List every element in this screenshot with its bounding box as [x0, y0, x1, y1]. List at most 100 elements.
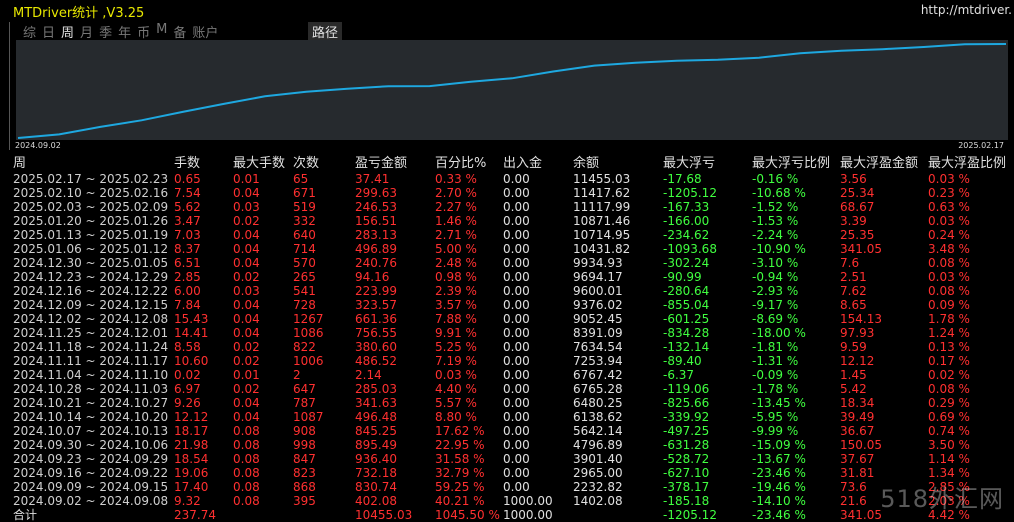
table-cell: 2024.11.11 ~ 2024.11.17 [13, 354, 169, 368]
table-cell: -1093.68 [663, 242, 717, 256]
table-row[interactable]: 2025.02.10 ~ 2025.02.16 7.54 0.04 671 299.63… [13, 186, 1013, 200]
column-header[interactable]: 周 [13, 155, 174, 172]
table-row[interactable]: 2024.11.25 ~ 2024.12.01 14.41 0.04 1086 756.… [13, 326, 1013, 340]
table-cell: 10.60 [174, 354, 209, 368]
table-row[interactable]: 2024.09.02 ~ 2024.09.08 9.32 0.08 395 402.08… [13, 494, 1013, 508]
table-row[interactable]: 2024.12.16 ~ 2024.12.22 6.00 0.03 541 223.99… [13, 284, 1013, 298]
table-cell: 37.41 [355, 172, 390, 186]
column-header[interactable]: 最大浮亏比例 [752, 155, 840, 172]
table-cell: 0.00 [503, 466, 530, 480]
tab-2[interactable]: 周 [60, 22, 75, 41]
column-header[interactable]: 百分比% [435, 155, 503, 172]
table-row[interactable]: 2025.01.13 ~ 2025.01.19 7.03 0.04 640 283.13… [13, 228, 1013, 242]
table-cell: 822 [293, 340, 316, 354]
table-row[interactable]: 2024.09.30 ~ 2024.10.06 21.98 0.08 998 895.4… [13, 438, 1013, 452]
url-link[interactable]: http://mtdriver. [921, 3, 1012, 17]
table-row[interactable]: 2025.01.20 ~ 2025.01.26 3.47 0.02 332 156.51… [13, 214, 1013, 228]
column-header[interactable]: 手数 [174, 155, 233, 172]
table-row[interactable]: 2024.10.14 ~ 2024.10.20 12.12 0.04 1087 496.… [13, 410, 1013, 424]
column-header[interactable]: 最大浮盈比例 [928, 155, 1013, 172]
table-cell: 0.00 [503, 326, 530, 340]
table-cell: 0.02 [233, 214, 260, 228]
table-cell: 0.08 [233, 438, 260, 452]
table-cell: -23.46 % [752, 466, 806, 480]
tab-6[interactable]: 币 [136, 22, 151, 41]
table-row[interactable]: 2024.11.18 ~ 2024.11.24 8.58 0.02 822 380.60… [13, 340, 1013, 354]
table-cell: 4.40 % [435, 382, 477, 396]
tab-8[interactable]: 备 [172, 22, 187, 41]
table-cell: -132.14 [663, 340, 710, 354]
table-row[interactable]: 2025.01.06 ~ 2025.01.12 8.37 0.04 714 496.89… [13, 242, 1013, 256]
table-cell: 17.62 % [435, 424, 485, 438]
table-row[interactable]: 2024.10.21 ~ 2024.10.27 9.26 0.04 787 341.63… [13, 396, 1013, 410]
table-cell: 1087 [293, 410, 324, 424]
tab-9[interactable]: 账户 [191, 22, 219, 41]
table-row[interactable]: 2024.12.30 ~ 2025.01.05 6.51 0.04 570 240.76… [13, 256, 1013, 270]
column-header[interactable]: 盈亏金额 [355, 155, 435, 172]
table-cell: 2.27 % [435, 200, 477, 214]
table-row[interactable]: 2024.12.09 ~ 2024.12.15 7.84 0.04 728 323.57… [13, 298, 1013, 312]
column-header[interactable]: 次数 [293, 155, 355, 172]
column-header[interactable]: 余额 [573, 155, 663, 172]
table-cell: -825.66 [663, 396, 710, 410]
table-row[interactable]: 2024.09.23 ~ 2024.09.29 18.54 0.08 847 936.4… [13, 452, 1013, 466]
table-row[interactable]: 2024.11.04 ~ 2024.11.10 0.02 0.01 2 2.14 0.03… [13, 368, 1013, 382]
column-header[interactable]: 最大浮盈金额 [840, 155, 928, 172]
table-cell: 0.04 [233, 256, 260, 270]
tab-0[interactable]: 综 [22, 22, 37, 41]
table-cell: 323.57 [355, 298, 397, 312]
title-bar: MTDriver统计 ,V3.25 http://mtdriver. [0, 0, 1014, 21]
table-cell: 3.56 [840, 172, 867, 186]
table-row[interactable]: 2024.11.11 ~ 2024.11.17 10.60 0.02 1006 486.… [13, 354, 1013, 368]
table-row[interactable]: 2024.09.16 ~ 2024.09.22 19.06 0.08 823 732.1… [13, 466, 1013, 480]
table-row[interactable]: 2025.02.17 ~ 2025.02.23 0.65 0.01 65 37.41 0.… [13, 172, 1013, 186]
table-cell: 18.17 [174, 424, 209, 438]
table-cell: -17.68 [663, 172, 702, 186]
table-cell: 0.23 % [928, 186, 970, 200]
table-cell: -0.16 % [752, 172, 799, 186]
table-cell: 5.62 [174, 200, 201, 214]
table-cell: 299.63 [355, 186, 397, 200]
table-cell: 1.24 % [928, 326, 970, 340]
table-cell: 402.08 [355, 494, 397, 508]
table-cell: 0.00 [503, 424, 530, 438]
table-cell: -1.52 % [752, 200, 799, 214]
total-cell [233, 508, 293, 522]
table-cell: 40.21 % [435, 494, 485, 508]
table-cell: -119.06 [663, 382, 710, 396]
column-header[interactable]: 最大浮亏 [663, 155, 752, 172]
table-cell: 756.55 [355, 326, 397, 340]
column-header[interactable]: 出入金 [503, 155, 573, 172]
column-header[interactable]: 最大手数 [233, 155, 293, 172]
table-cell: 97.93 [840, 326, 875, 340]
table-cell: 0.04 [233, 186, 260, 200]
table-cell: -90.99 [663, 270, 702, 284]
tab-4[interactable]: 季 [98, 22, 113, 41]
tab-5[interactable]: 年 [117, 22, 132, 41]
table-row[interactable]: 2024.12.23 ~ 2024.12.29 2.85 0.02 265 94.16 0… [13, 270, 1013, 284]
table-cell: 0.00 [503, 228, 530, 242]
tab-7[interactable]: M [155, 22, 168, 40]
table-row[interactable]: 2024.10.07 ~ 2024.10.13 18.17 0.08 908 845.2… [13, 424, 1013, 438]
table-cell: 787 [293, 396, 316, 410]
table-row[interactable]: 2024.10.28 ~ 2024.11.03 6.97 0.02 647 285.03… [13, 382, 1013, 396]
total-row: 合计 237.74 10455.03 1045.50 % 1000.00 -1205.12… [13, 508, 1013, 522]
table-cell: 1.46 % [435, 214, 477, 228]
table-cell: -8.69 % [752, 312, 799, 326]
table-row[interactable]: 2024.12.02 ~ 2024.12.08 15.43 0.04 1267 661.… [13, 312, 1013, 326]
table-cell: 19.06 [174, 466, 209, 480]
tab-3[interactable]: 月 [79, 22, 94, 41]
table-row[interactable]: 2025.02.03 ~ 2025.02.09 5.62 0.03 519 246.53… [13, 200, 1013, 214]
table-cell: 7.03 [174, 228, 201, 242]
table-cell: 2.51 [840, 270, 867, 284]
table-cell: -185.18 [663, 494, 710, 508]
table-cell: -166.00 [663, 214, 710, 228]
table-cell: 7.88 % [435, 312, 477, 326]
table-cell: 380.60 [355, 340, 397, 354]
table-cell: 0.00 [503, 284, 530, 298]
table-row[interactable]: 2024.09.09 ~ 2024.09.15 17.40 0.08 868 830.7… [13, 480, 1013, 494]
tab-path[interactable]: 路径 [308, 22, 343, 41]
tab-1[interactable]: 日 [41, 22, 56, 41]
table-cell: 0.00 [503, 410, 530, 424]
table-cell: 9934.93 [573, 256, 623, 270]
